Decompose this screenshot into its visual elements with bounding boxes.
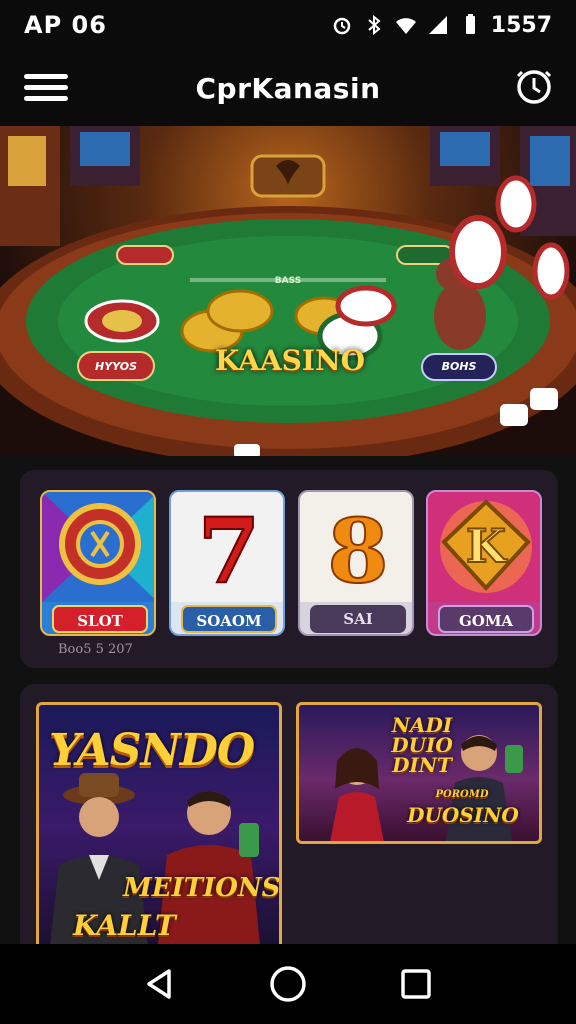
status-bar: AP 06 1557: [0, 0, 576, 50]
game-tiles-panel: SLOT 7 SOAOM 8 SAI K GOMA Boo5 5 207: [20, 470, 558, 668]
recents-button[interactable]: [392, 960, 440, 1008]
hero-banner[interactable]: KAASINO HYYOS BOHS BASS: [0, 126, 576, 456]
app-title: CprKanasin: [195, 71, 381, 105]
roulette-wheel-icon: [42, 492, 154, 602]
status-time: 1557: [490, 12, 552, 38]
seven-icon: 7: [171, 492, 283, 602]
casino-table-illustration: [0, 126, 576, 456]
promo-small-line0: POROMD: [435, 789, 489, 800]
eight-glyph: 8: [327, 499, 388, 602]
promo-small-line1: NADI: [391, 713, 453, 737]
signal-icon: [428, 16, 447, 34]
promo-big-line1: MEITIONS: [123, 873, 281, 903]
hero-title: KAASINO: [215, 344, 365, 377]
promo-big-line2: KALLT SBINS: [73, 909, 176, 944]
promo-small-line4: DUOSINO: [407, 803, 519, 827]
back-button[interactable]: [136, 960, 184, 1008]
game-tile-label: SOAOM: [181, 605, 277, 633]
eight-icon: 8: [300, 492, 412, 602]
recents-square-icon: [401, 969, 431, 999]
promo-banner-big[interactable]: YASNDO MEITIONS KALLT SBINS: [36, 702, 282, 944]
game-tile-goma[interactable]: K GOMA: [426, 490, 542, 636]
game-tile-sai[interactable]: 8 SAI: [298, 490, 414, 636]
bluetooth-icon: [368, 14, 381, 36]
wifi-icon: [395, 18, 416, 34]
back-triangle-icon: [147, 969, 171, 999]
seven-glyph: 7: [198, 498, 261, 602]
game-tile-label: SAI: [310, 605, 406, 633]
game-tile-label: SLOT: [52, 605, 148, 633]
alarm-clock-icon[interactable]: [514, 66, 554, 106]
k-badge-icon: K: [428, 492, 540, 602]
k-glyph: K: [466, 519, 508, 573]
hero-chip-left-label: HYYOS: [94, 360, 138, 373]
hamburger-menu-icon[interactable]: [24, 68, 68, 108]
game-tile-slot[interactable]: SLOT: [40, 490, 156, 636]
status-carrier: AP 06: [24, 11, 107, 39]
promo-big-title: YASNDO: [49, 725, 255, 776]
game-tile-label: GOMA: [438, 605, 534, 633]
home-circle-icon: [270, 966, 306, 1002]
promo-panel: YASNDO MEITIONS KALLT SBINS NADI DUIO DI…: [20, 684, 558, 944]
game-tile-soaom[interactable]: 7 SOAOM: [169, 490, 285, 636]
alarm-icon: [333, 17, 351, 35]
promo-small-line2: DUIO: [391, 733, 453, 757]
tiles-footer-text: Boo5 5 207: [58, 642, 133, 657]
hero-chip-right-label: BOHS: [441, 360, 477, 373]
promo-small-line3: DINT: [392, 753, 452, 777]
app-bar: CprKanasin: [0, 50, 576, 126]
promo-banner-small[interactable]: NADI DUIO DINT POROMD DUOSINO: [296, 702, 542, 844]
hero-rail-text: BASS: [274, 276, 302, 286]
home-button[interactable]: [264, 960, 312, 1008]
system-nav-bar: [0, 944, 576, 1024]
battery-icon: [465, 14, 475, 34]
